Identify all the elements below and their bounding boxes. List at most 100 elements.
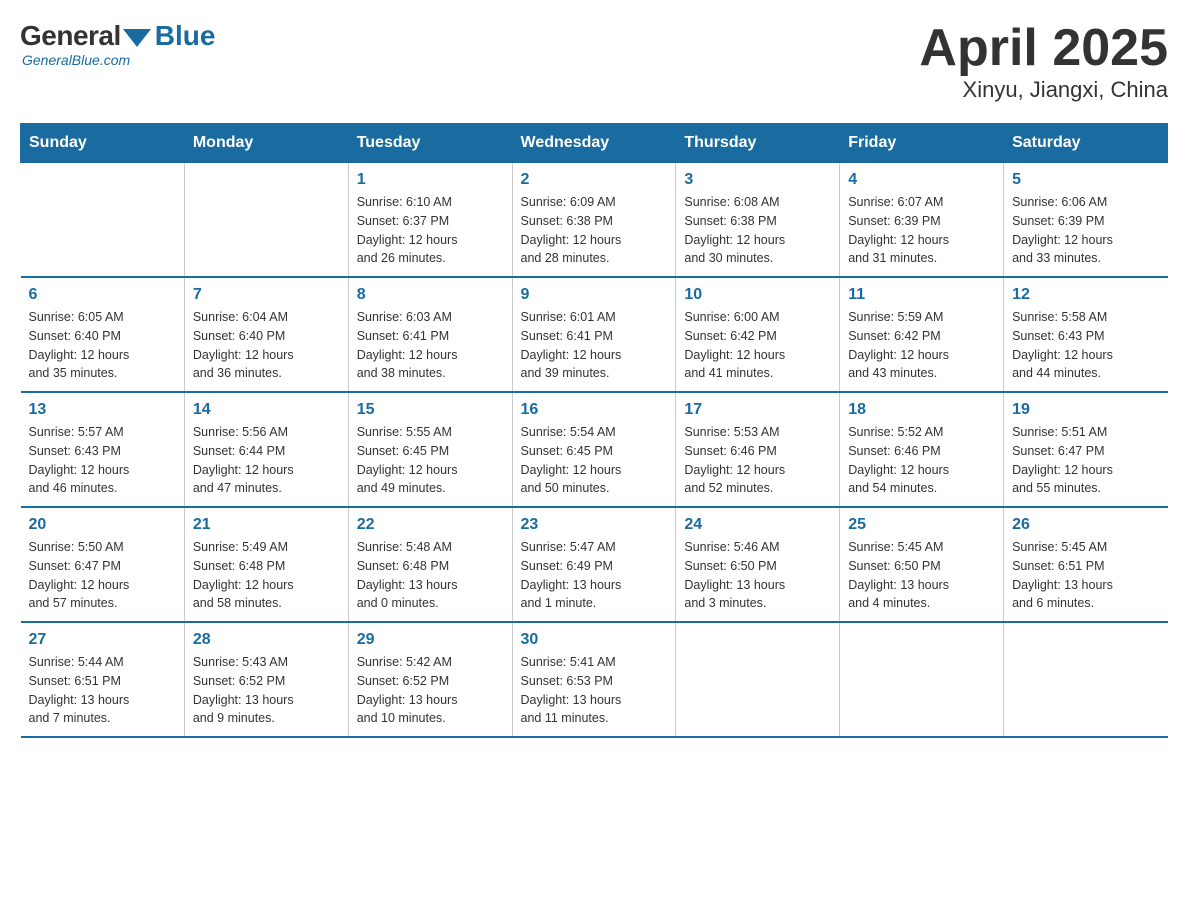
day-info: Sunrise: 5:56 AM Sunset: 6:44 PM Dayligh…: [193, 423, 340, 498]
day-number: 4: [848, 171, 995, 189]
day-number: 20: [29, 516, 176, 534]
week-row-5: 27 Sunrise: 5:44 AM Sunset: 6:51 PM Dayli…: [21, 622, 1168, 737]
week-row-4: 20 Sunrise: 5:50 AM Sunset: 6:47 PM Dayli…: [21, 507, 1168, 622]
page-header: General Blue GeneralBlue.com April 2025 …: [20, 20, 1168, 103]
day-info: Sunrise: 6:01 AM Sunset: 6:41 PM Dayligh…: [521, 308, 668, 383]
day-cell: 13 Sunrise: 5:57 AM Sunset: 6:43 PM Dayli…: [21, 392, 185, 507]
day-cell: 26 Sunrise: 5:45 AM Sunset: 6:51 PM Dayli…: [1004, 507, 1168, 622]
day-info: Sunrise: 5:57 AM Sunset: 6:43 PM Dayligh…: [29, 423, 176, 498]
day-cell: 25 Sunrise: 5:45 AM Sunset: 6:50 PM Dayli…: [840, 507, 1004, 622]
day-cell: 5Sunrise: 6:06 AM Sunset: 6:39 PM Daylig…: [1004, 163, 1168, 278]
calendar-subtitle: Xinyu, Jiangxi, China: [919, 77, 1168, 103]
day-cell: [184, 163, 348, 278]
day-number: 27: [29, 631, 176, 649]
day-cell: 11 Sunrise: 5:59 AM Sunset: 6:42 PM Dayli…: [840, 277, 1004, 392]
day-cell: 22 Sunrise: 5:48 AM Sunset: 6:48 PM Dayli…: [348, 507, 512, 622]
day-info: Sunrise: 5:59 AM Sunset: 6:42 PM Dayligh…: [848, 308, 995, 383]
day-info: Sunrise: 6:07 AM Sunset: 6:39 PM Dayligh…: [848, 193, 995, 268]
day-cell: 12Sunrise: 5:58 AM Sunset: 6:43 PM Dayli…: [1004, 277, 1168, 392]
logo-general-text: General: [20, 20, 121, 52]
day-cell: 29Sunrise: 5:42 AM Sunset: 6:52 PM Dayli…: [348, 622, 512, 737]
day-info: Sunrise: 5:43 AM Sunset: 6:52 PM Dayligh…: [193, 653, 340, 728]
day-cell: 16 Sunrise: 5:54 AM Sunset: 6:45 PM Dayli…: [512, 392, 676, 507]
day-number: 14: [193, 401, 340, 419]
day-number: 1: [357, 171, 504, 189]
header-saturday: Saturday: [1004, 124, 1168, 163]
day-info: Sunrise: 6:10 AM Sunset: 6:37 PM Dayligh…: [357, 193, 504, 268]
day-info: Sunrise: 5:41 AM Sunset: 6:53 PM Dayligh…: [521, 653, 668, 728]
day-cell: [840, 622, 1004, 737]
day-info: Sunrise: 5:44 AM Sunset: 6:51 PM Dayligh…: [29, 653, 176, 728]
day-number: 8: [357, 286, 504, 304]
day-cell: 30 Sunrise: 5:41 AM Sunset: 6:53 PM Dayli…: [512, 622, 676, 737]
day-number: 24: [684, 516, 831, 534]
calendar-table: SundayMondayTuesdayWednesdayThursdayFrid…: [20, 123, 1168, 738]
day-info: Sunrise: 6:09 AM Sunset: 6:38 PM Dayligh…: [521, 193, 668, 268]
day-cell: 18Sunrise: 5:52 AM Sunset: 6:46 PM Dayli…: [840, 392, 1004, 507]
day-info: Sunrise: 5:54 AM Sunset: 6:45 PM Dayligh…: [521, 423, 668, 498]
day-info: Sunrise: 5:45 AM Sunset: 6:50 PM Dayligh…: [848, 538, 995, 613]
day-number: 6: [29, 286, 176, 304]
day-number: 30: [521, 631, 668, 649]
day-number: 17: [684, 401, 831, 419]
day-info: Sunrise: 5:55 AM Sunset: 6:45 PM Dayligh…: [357, 423, 504, 498]
title-block: April 2025 Xinyu, Jiangxi, China: [919, 20, 1168, 103]
day-number: 29: [357, 631, 504, 649]
day-info: Sunrise: 6:03 AM Sunset: 6:41 PM Dayligh…: [357, 308, 504, 383]
day-number: 12: [1012, 286, 1159, 304]
logo-triangle-icon: [123, 29, 151, 47]
day-number: 19: [1012, 401, 1159, 419]
day-number: 10: [684, 286, 831, 304]
header-tuesday: Tuesday: [348, 124, 512, 163]
day-cell: 14 Sunrise: 5:56 AM Sunset: 6:44 PM Dayli…: [184, 392, 348, 507]
day-number: 25: [848, 516, 995, 534]
day-info: Sunrise: 5:50 AM Sunset: 6:47 PM Dayligh…: [29, 538, 176, 613]
header-wednesday: Wednesday: [512, 124, 676, 163]
logo: General Blue GeneralBlue.com: [20, 20, 215, 68]
day-cell: 21 Sunrise: 5:49 AM Sunset: 6:48 PM Dayli…: [184, 507, 348, 622]
day-info: Sunrise: 6:04 AM Sunset: 6:40 PM Dayligh…: [193, 308, 340, 383]
logo-blue-text: Blue: [155, 20, 216, 52]
day-cell: [1004, 622, 1168, 737]
header-sunday: Sunday: [21, 124, 185, 163]
calendar-title: April 2025: [919, 20, 1168, 77]
day-cell: 10Sunrise: 6:00 AM Sunset: 6:42 PM Dayli…: [676, 277, 840, 392]
day-info: Sunrise: 5:48 AM Sunset: 6:48 PM Dayligh…: [357, 538, 504, 613]
day-number: 18: [848, 401, 995, 419]
day-number: 11: [848, 286, 995, 304]
day-info: Sunrise: 5:53 AM Sunset: 6:46 PM Dayligh…: [684, 423, 831, 498]
day-number: 13: [29, 401, 176, 419]
day-number: 26: [1012, 516, 1159, 534]
day-number: 16: [521, 401, 668, 419]
day-cell: [676, 622, 840, 737]
header-friday: Friday: [840, 124, 1004, 163]
day-number: 22: [357, 516, 504, 534]
day-number: 7: [193, 286, 340, 304]
calendar-header-row: SundayMondayTuesdayWednesdayThursdayFrid…: [21, 124, 1168, 163]
day-info: Sunrise: 5:46 AM Sunset: 6:50 PM Dayligh…: [684, 538, 831, 613]
day-number: 2: [521, 171, 668, 189]
day-cell: 2 Sunrise: 6:09 AM Sunset: 6:38 PM Daylig…: [512, 163, 676, 278]
day-cell: 20 Sunrise: 5:50 AM Sunset: 6:47 PM Dayli…: [21, 507, 185, 622]
day-info: Sunrise: 5:49 AM Sunset: 6:48 PM Dayligh…: [193, 538, 340, 613]
header-monday: Monday: [184, 124, 348, 163]
day-cell: 15Sunrise: 5:55 AM Sunset: 6:45 PM Dayli…: [348, 392, 512, 507]
day-cell: 8 Sunrise: 6:03 AM Sunset: 6:41 PM Daylig…: [348, 277, 512, 392]
day-cell: 19 Sunrise: 5:51 AM Sunset: 6:47 PM Dayli…: [1004, 392, 1168, 507]
day-cell: 6 Sunrise: 6:05 AM Sunset: 6:40 PM Daylig…: [21, 277, 185, 392]
day-number: 23: [521, 516, 668, 534]
logo-tagline: GeneralBlue.com: [22, 52, 130, 68]
week-row-2: 6 Sunrise: 6:05 AM Sunset: 6:40 PM Daylig…: [21, 277, 1168, 392]
day-info: Sunrise: 5:45 AM Sunset: 6:51 PM Dayligh…: [1012, 538, 1159, 613]
day-number: 21: [193, 516, 340, 534]
day-cell: 3Sunrise: 6:08 AM Sunset: 6:38 PM Daylig…: [676, 163, 840, 278]
day-info: Sunrise: 5:51 AM Sunset: 6:47 PM Dayligh…: [1012, 423, 1159, 498]
day-cell: 9Sunrise: 6:01 AM Sunset: 6:41 PM Daylig…: [512, 277, 676, 392]
day-cell: 28Sunrise: 5:43 AM Sunset: 6:52 PM Dayli…: [184, 622, 348, 737]
day-info: Sunrise: 6:05 AM Sunset: 6:40 PM Dayligh…: [29, 308, 176, 383]
day-cell: [21, 163, 185, 278]
day-info: Sunrise: 5:47 AM Sunset: 6:49 PM Dayligh…: [521, 538, 668, 613]
day-cell: 23 Sunrise: 5:47 AM Sunset: 6:49 PM Dayli…: [512, 507, 676, 622]
day-number: 3: [684, 171, 831, 189]
day-cell: 7 Sunrise: 6:04 AM Sunset: 6:40 PM Daylig…: [184, 277, 348, 392]
